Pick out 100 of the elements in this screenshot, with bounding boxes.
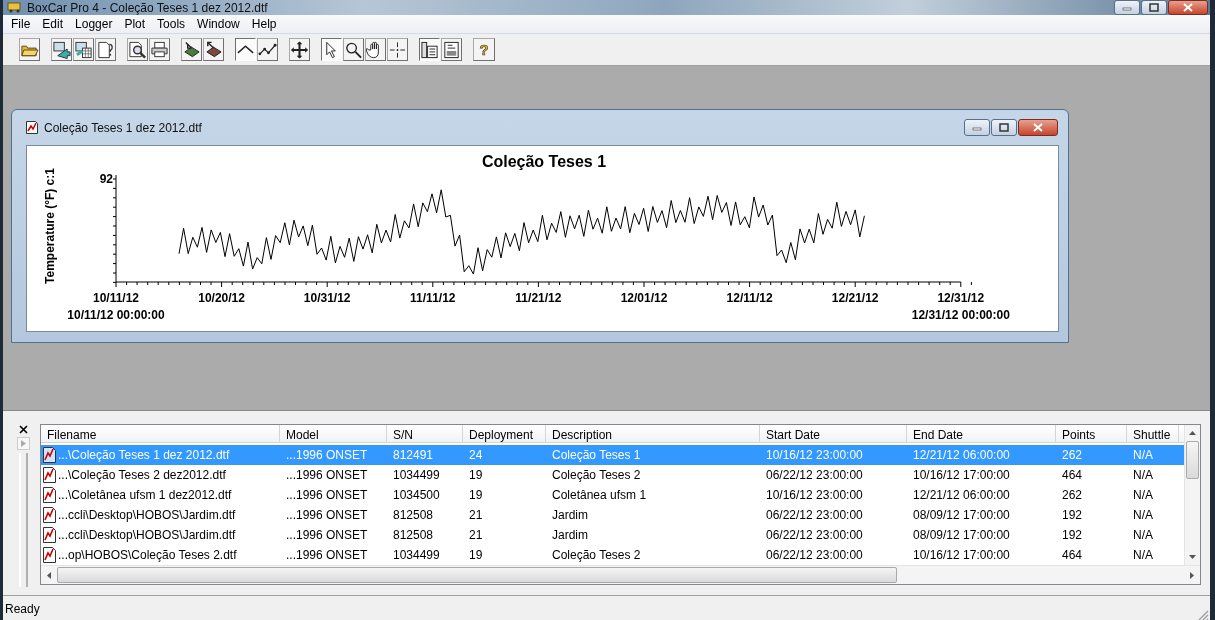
table-row[interactable]: ...ccli\Desktop\HOBOS\Jardim.dtf ...1996 ONSET 812508 21 Jardim 06/22/12 23:00:00 08/09/12 17:00:00 192 N/A [41, 505, 1184, 525]
table-cell-text: 10/16/12 17:00:00 [912, 468, 1011, 482]
scrollbar-thumb[interactable] [1186, 441, 1199, 479]
table-cell: ...ccli\Desktop\HOBOS\Jardim.dtf [58, 528, 236, 542]
table-cell-text: Jardim [551, 508, 589, 522]
table-row[interactable]: ...\Coleção Teses 2 dez2012.dtf ...1996 ONSET 1034499 19 Coleção Teses 2 06/22/12 23:00:00 10/16/12 17:00:00 464 N/A [41, 465, 1184, 485]
x-tick-label: 12/01/12 [620, 291, 668, 305]
toolbar-button[interactable] [365, 38, 386, 61]
move-icon [290, 39, 309, 60]
menu-item[interactable]: Help [245, 17, 283, 31]
scrollbar-thumb[interactable] [57, 567, 897, 583]
toolbar-button[interactable] [149, 38, 170, 61]
file-chart-icon [26, 121, 38, 134]
end-date-label: 12/31/12 00:00:00 [911, 308, 1010, 322]
table-cell-text: 192 [1061, 508, 1084, 522]
table-cell: ...\Coleção Teses 1 dez 2012.dtf [58, 448, 230, 462]
toolbar-button[interactable] [419, 38, 440, 61]
table-cell-text: 1034500 [392, 488, 441, 502]
menu-item[interactable]: Logger [69, 17, 119, 31]
menu-item[interactable]: Window [191, 17, 246, 31]
close-button[interactable] [1168, 0, 1208, 15]
x-tick-label: 11/11/12 [410, 291, 456, 305]
column-header[interactable]: Description [546, 425, 760, 442]
table-cell-text: 812491 [392, 448, 435, 462]
table-cell-text: 06/22/12 23:00:00 [765, 508, 864, 522]
table-cell-text: N/A [1132, 548, 1154, 562]
panels-icon [420, 39, 439, 60]
x-tick-label: 12/31/12 [937, 291, 985, 305]
horizontal-scrollbar[interactable] [41, 565, 1200, 584]
column-header[interactable]: Shuttle [1127, 425, 1179, 442]
menu-item[interactable]: Tools [151, 17, 192, 31]
minimize-button[interactable] [964, 119, 990, 136]
toolbar-button[interactable] [203, 38, 224, 61]
close-icon[interactable] [18, 424, 29, 435]
maximize-button[interactable] [991, 119, 1017, 136]
table-cell-text: N/A [1132, 508, 1154, 522]
monitor-grid-icon [74, 39, 93, 60]
column-header[interactable]: Filename [41, 425, 280, 442]
column-header[interactable]: Model [280, 425, 387, 442]
toolbar-button[interactable] [343, 38, 364, 61]
app-icon [7, 2, 23, 13]
table-cell-text: 10/16/12 23:00:00 [765, 448, 864, 462]
toolbar-button[interactable] [289, 38, 310, 61]
column-header[interactable]: Points [1056, 425, 1127, 442]
table-cell-text: 19 [468, 468, 484, 482]
table-cell-text: 12/21/12 06:00:00 [912, 448, 1011, 462]
toolbar-button[interactable] [441, 38, 462, 61]
column-header[interactable]: End Date [907, 425, 1056, 442]
toolbar-button[interactable] [127, 38, 148, 61]
table-cell: ...op\HOBOS\Coleção Teses 2.dtf [58, 548, 237, 562]
panel-gripper[interactable] [19, 453, 28, 587]
table-cell: ...\Coleção Teses 2 dez2012.dtf [58, 468, 226, 482]
toolbar-button[interactable] [257, 38, 278, 61]
file-chart-icon [43, 507, 56, 523]
file-chart-icon [43, 447, 56, 463]
toolbar-button[interactable] [51, 38, 72, 61]
toolbar-button[interactable] [73, 38, 94, 61]
y-axis-label: Temperature (°F) c:1 [43, 168, 57, 284]
table-cell-text: 21 [468, 528, 484, 542]
table-cell-text: 19 [468, 548, 484, 562]
device-arrow-icon [182, 39, 201, 60]
column-header[interactable]: Deployment [463, 425, 546, 442]
x-tick-label: 12/21/12 [831, 291, 879, 305]
monitor-arrow-icon [52, 39, 71, 60]
table-cell-text: 262 [1061, 448, 1084, 462]
table-cell-text: 06/22/12 23:00:00 [765, 528, 864, 542]
table-cell-text: 12/21/12 06:00:00 [912, 488, 1011, 502]
menu-item[interactable]: Edit [36, 17, 70, 31]
table-cell-text: 08/09/12 17:00:00 [912, 528, 1011, 542]
table-cell-text: ...1996 ONSET [285, 468, 369, 482]
table-cell-text: 21 [468, 508, 484, 522]
table-cell-text: 24 [468, 448, 484, 462]
menu-item[interactable]: File [5, 17, 37, 31]
toolbar-button[interactable] [321, 38, 342, 61]
device-arrow-icon [204, 39, 223, 60]
x-tick-label: 10/31/12 [303, 291, 351, 305]
resize-grip-icon[interactable] [1197, 609, 1209, 620]
document-magnifier-icon [128, 39, 147, 60]
column-header[interactable]: S/N [387, 425, 463, 442]
table-row[interactable]: ...ccli\Desktop\HOBOS\Jardim.dtf ...1996 ONSET 812508 21 Jardim 06/22/12 23:00:00 08/09/12 17:00:00 192 N/A [41, 525, 1184, 545]
x-tick-label: 11/21/12 [515, 291, 562, 305]
toolbar-button[interactable] [235, 38, 256, 61]
table-cell-text: 464 [1061, 548, 1084, 562]
minimize-button[interactable] [1114, 0, 1140, 15]
plot-title: Coleção Teses 1 [481, 153, 607, 170]
table-row[interactable]: ...op\HOBOS\Coleção Teses 2.dtf ...1996 ONSET 1034499 19 Coleção Teses 2 06/22/12 23:00:00 10/16/12 17:00:00 464 N/A [41, 545, 1184, 565]
plot-window-title: Coleção Teses 1 dez 2012.dtf [44, 120, 202, 135]
close-button[interactable] [1018, 119, 1058, 136]
table-cell-text: N/A [1132, 468, 1154, 482]
table-cell-text: 10/16/12 17:00:00 [912, 548, 1011, 562]
table-row[interactable]: ...\Coletânea ufsm 1 dez2012.dtf ...1996 ONSET 1034500 19 Coletânea ufsm 1 10/16/12 23:00:00 12/21/12 06:00:00 262 N/A [41, 485, 1184, 505]
maximize-button[interactable] [1141, 0, 1167, 15]
column-header[interactable]: Start Date [760, 425, 907, 442]
menu-item[interactable]: Plot [118, 17, 152, 31]
close-icon [1183, 3, 1193, 12]
toolbar-button[interactable] [181, 38, 202, 61]
minimize-icon [1122, 4, 1132, 11]
vertical-scrollbar[interactable] [1184, 425, 1200, 565]
window-title: BoxCar Pro 4 - Coleção Teses 1 dez 2012.dtf [27, 0, 268, 15]
x-tick-label: 10/20/12 [198, 291, 245, 305]
